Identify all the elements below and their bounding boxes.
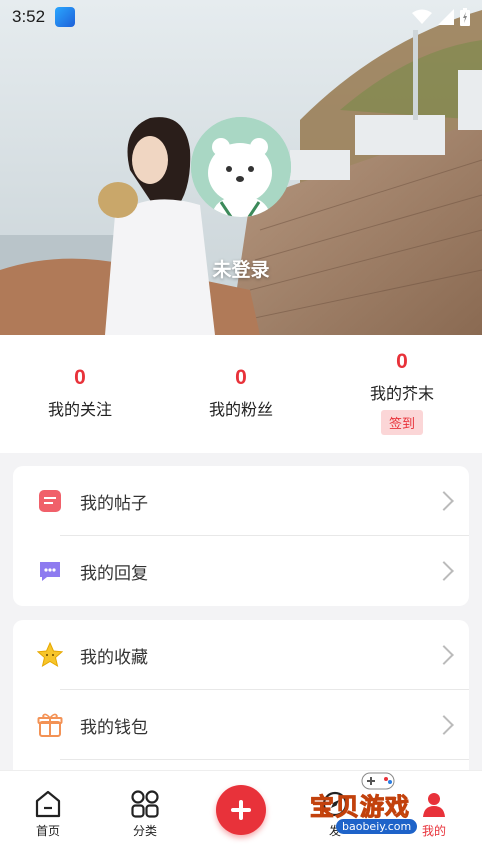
status-time: 3:52 <box>12 7 46 26</box>
publish-button[interactable] <box>216 785 266 835</box>
stat-followers[interactable]: 0 我的粉丝 <box>161 366 321 420</box>
avatar[interactable] <box>191 117 291 217</box>
followers-count: 0 <box>235 366 247 389</box>
nav-home[interactable]: 首页 <box>18 789 78 839</box>
chevron-right-icon <box>434 715 454 735</box>
stat-points[interactable]: 0 我的芥末 签到 <box>322 350 482 435</box>
gift-icon <box>37 712 63 738</box>
app-notification-icon <box>55 7 76 27</box>
menu-item-label: 我的回复 <box>80 563 148 584</box>
bear-avatar-icon <box>191 117 291 217</box>
battery-icon <box>460 8 470 26</box>
menu-item-my-favorites[interactable]: 我的收藏 <box>13 620 469 690</box>
nav-category[interactable]: 分类 <box>115 789 175 839</box>
star-icon <box>37 642 63 668</box>
status-icons <box>412 8 470 26</box>
menu-card-posts: 我的帖子 我的回复 <box>13 466 469 606</box>
wifi-icon <box>412 9 432 24</box>
menu-item-my-posts[interactable]: 我的帖子 <box>13 466 469 536</box>
grid-icon <box>130 789 160 819</box>
menu-card-assets: 我的收藏 我的钱包 <box>13 620 469 780</box>
watermark-brand: 宝贝游戏 <box>310 794 410 822</box>
divider <box>60 759 469 760</box>
home-icon <box>33 789 63 819</box>
stat-following[interactable]: 0 我的关注 <box>0 366 160 420</box>
chevron-right-icon <box>434 645 454 665</box>
followers-label: 我的粉丝 <box>208 400 273 419</box>
plus-icon <box>231 800 251 820</box>
points-count: 0 <box>396 350 408 373</box>
nav-home-label: 首页 <box>35 824 60 838</box>
menu-item-my-replies[interactable]: 我的回复 <box>13 536 469 606</box>
chevron-right-icon <box>434 561 454 581</box>
menu-item-label: 我的钱包 <box>80 717 148 738</box>
menu-item-label: 我的收藏 <box>80 647 148 668</box>
login-prompt[interactable]: 未登录 <box>0 255 482 282</box>
reply-icon <box>37 558 63 584</box>
menu-item-label: 我的帖子 <box>80 493 148 514</box>
menu-item-my-wallet[interactable]: 我的钱包 <box>13 690 469 760</box>
signal-icon <box>438 9 454 25</box>
checkin-button[interactable]: 签到 <box>380 410 423 435</box>
watermark-url: baobeiy.com <box>336 819 418 834</box>
watermark-logo: 宝贝游戏 baobeiy.com <box>310 772 450 845</box>
post-icon <box>37 488 63 514</box>
following-count: 0 <box>74 366 86 389</box>
profile-header: 3:52 未登录 <box>0 0 482 335</box>
stats-bar: 0 我的关注 0 我的粉丝 0 我的芥末 签到 <box>0 335 482 453</box>
chevron-right-icon <box>434 491 454 511</box>
nav-category-label: 分类 <box>132 824 157 838</box>
status-bar: 3:52 <box>0 0 482 34</box>
following-label: 我的关注 <box>47 400 112 419</box>
points-label: 我的芥末 <box>369 384 434 403</box>
